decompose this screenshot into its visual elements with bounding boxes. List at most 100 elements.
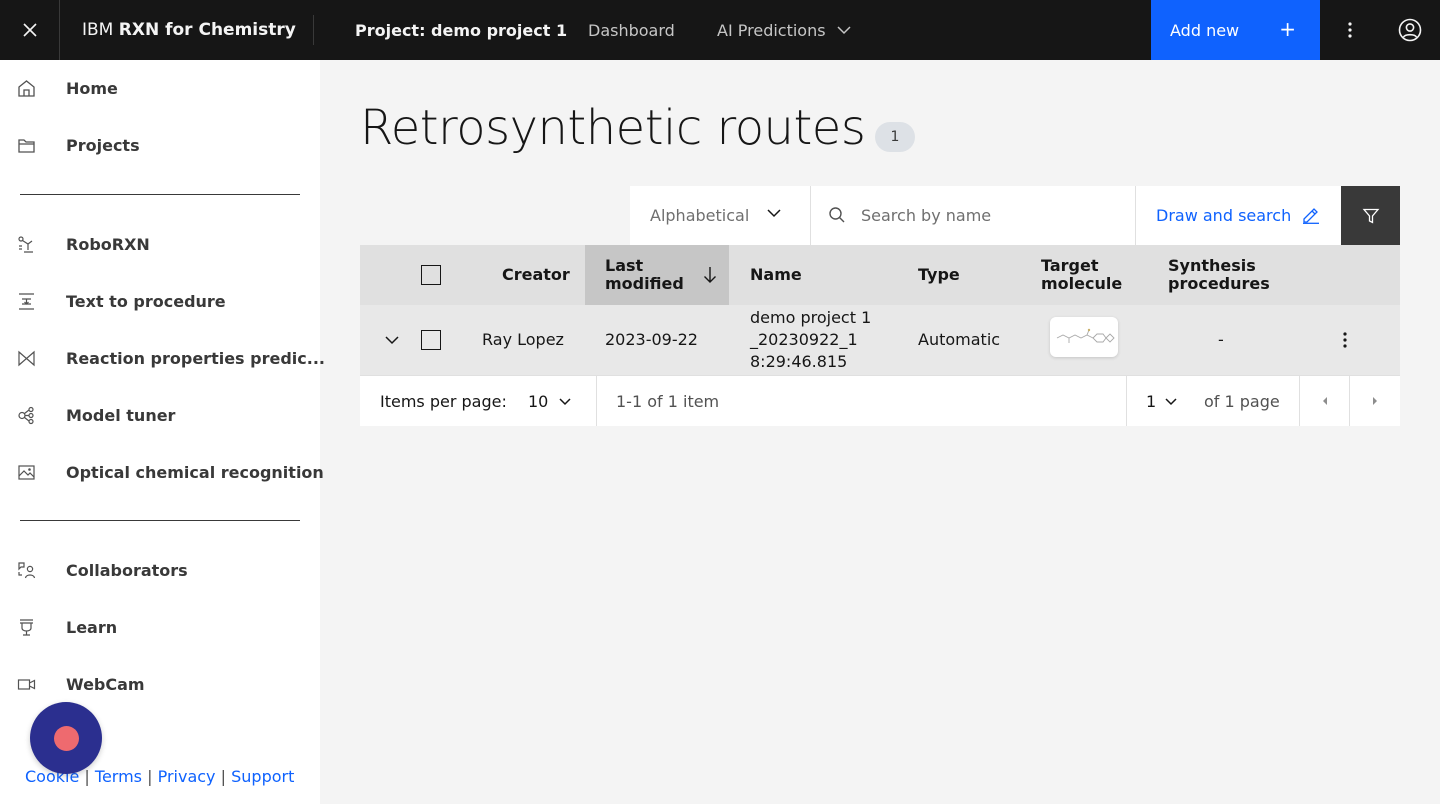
plus-icon: + xyxy=(1279,17,1296,41)
column-header-type[interactable]: Type xyxy=(918,245,960,305)
sidebar-item-webcam[interactable]: WebCam xyxy=(0,656,320,713)
sidebar-item-reaction-properties[interactable]: Reaction properties predic... xyxy=(0,330,325,387)
column-header-target-molecule: Target molecule xyxy=(1041,245,1122,305)
search-input[interactable] xyxy=(861,186,1126,245)
caret-left-icon xyxy=(1322,397,1327,405)
target-molecule-header-text: Target molecule xyxy=(1041,257,1122,293)
column-header-creator[interactable]: Creator xyxy=(502,245,570,305)
nav-ai-predictions-label: AI Predictions xyxy=(717,20,826,40)
terms-link[interactable]: Terms xyxy=(95,767,142,786)
sidebar-item-label: WebCam xyxy=(66,675,145,694)
page-title: Retrosynthetic routes xyxy=(360,100,866,156)
routes-count-badge: 1 xyxy=(875,122,915,152)
name-line: _20230922_1 xyxy=(750,330,858,349)
app-brand[interactable]: IBM RXN for Chemistry xyxy=(82,0,296,60)
nav-ai-predictions[interactable]: AI Predictions xyxy=(717,0,852,60)
header-line: Target xyxy=(1041,256,1099,275)
nav-dashboard[interactable]: Dashboard xyxy=(588,0,675,60)
row-overflow-menu-button[interactable] xyxy=(1339,305,1351,375)
name-line: 8:29:46.815 xyxy=(750,352,848,371)
close-menu-button[interactable] xyxy=(0,0,60,60)
chat-assistant-button[interactable] xyxy=(30,702,102,774)
sidebar-item-label: Collaborators xyxy=(66,561,188,580)
expand-row-button[interactable] xyxy=(382,305,402,375)
table-header: Creator Last modified Name Type Target m… xyxy=(360,245,1400,305)
chat-status-dot-icon xyxy=(53,725,79,751)
sidebar-item-home[interactable]: Home xyxy=(0,60,320,117)
reaction-properties-icon xyxy=(18,350,35,367)
top-header: IBM RXN for Chemistry Project: demo proj… xyxy=(0,0,1440,60)
filter-button[interactable] xyxy=(1341,186,1400,245)
overflow-menu-icon xyxy=(1348,22,1352,38)
sort-dropdown[interactable]: Alphabetical xyxy=(630,186,811,245)
chevron-down-icon xyxy=(385,336,399,345)
chevron-down-icon xyxy=(837,26,851,35)
sidebar-item-label: Learn xyxy=(66,618,118,637)
header-line: molecule xyxy=(1041,274,1123,293)
learn-icon xyxy=(20,619,33,636)
footer-separator: | xyxy=(220,767,227,786)
image-recognition-icon xyxy=(18,465,35,480)
sidebar-item-roborxn[interactable]: RoboRXN xyxy=(0,216,320,273)
column-header-name[interactable]: Name xyxy=(750,245,802,305)
cell-creator: Ray Lopez xyxy=(482,330,564,349)
text-procedure-icon xyxy=(19,293,34,310)
sidebar-item-collaborators[interactable]: Collaborators xyxy=(0,542,320,599)
sidebar-item-label: RoboRXN xyxy=(66,235,150,254)
sidebar-item-label: Model tuner xyxy=(66,406,176,425)
privacy-link[interactable]: Privacy xyxy=(158,767,216,786)
sort-dropdown-value: Alphabetical xyxy=(650,206,750,225)
chevron-down-icon xyxy=(767,209,781,218)
chevron-down-icon xyxy=(559,397,571,405)
last-modified-header-text: Last modified xyxy=(605,257,684,293)
table-row[interactable]: Ray Lopez 2023-09-22 demo project 1 _202… xyxy=(360,305,1400,375)
synthesis-procedures-header-text: Synthesis procedures xyxy=(1168,257,1270,293)
add-new-button[interactable]: Add new + xyxy=(1151,0,1320,60)
molecule-structure-icon xyxy=(1056,328,1115,343)
sidebar-item-label: Text to procedure xyxy=(66,292,226,311)
sidebar-item-label: Projects xyxy=(66,136,140,155)
user-profile-button[interactable] xyxy=(1380,0,1440,60)
brand-prefix: IBM xyxy=(82,20,114,40)
user-avatar-icon xyxy=(1398,18,1422,42)
sidebar-item-text-to-procedure[interactable]: Text to procedure xyxy=(0,273,320,330)
header-line: modified xyxy=(605,274,684,293)
draw-and-search-button[interactable]: Draw and search xyxy=(1136,186,1341,245)
current-project[interactable]: Project: demo project 1 xyxy=(355,0,567,60)
select-all-checkbox[interactable] xyxy=(421,265,441,285)
filter-icon xyxy=(1362,208,1379,224)
pagination-bar: Items per page: 10 1-1 of 1 item 1 of 1 … xyxy=(360,375,1400,426)
search-field xyxy=(811,186,1136,245)
arrow-down-icon xyxy=(704,267,716,283)
overflow-menu-icon xyxy=(1343,332,1347,348)
search-icon xyxy=(829,207,845,223)
chevron-down-icon xyxy=(1165,397,1177,405)
robot-arm-icon xyxy=(18,236,33,253)
close-icon xyxy=(22,23,37,37)
row-select-checkbox[interactable] xyxy=(421,330,441,350)
sidebar-item-learn[interactable]: Learn xyxy=(0,599,320,656)
items-per-page-value: 10 xyxy=(528,391,549,411)
sidebar-item-optical-chemical-recognition[interactable]: Optical chemical recognition xyxy=(0,444,324,501)
items-per-page-select[interactable]: 10 xyxy=(528,376,584,426)
page-select[interactable]: 1 xyxy=(1146,376,1186,426)
cell-type: Automatic xyxy=(918,330,1001,349)
sidebar-item-projects[interactable]: Projects xyxy=(0,117,320,174)
header-divider xyxy=(313,15,314,45)
column-header-last-modified[interactable]: Last modified xyxy=(585,245,729,305)
cell-name[interactable]: demo project 1 _20230922_1 8:29:46.815 xyxy=(750,305,871,375)
previous-page-button[interactable] xyxy=(1300,376,1349,426)
caret-right-icon xyxy=(1373,397,1377,405)
sidebar-divider xyxy=(20,194,300,195)
cell-synthesis-procedures: - xyxy=(1218,330,1224,349)
sidebar-item-model-tuner[interactable]: Model tuner xyxy=(0,387,320,444)
support-link[interactable]: Support xyxy=(231,767,294,786)
next-page-button[interactable] xyxy=(1350,376,1400,426)
footer-separator: | xyxy=(84,767,90,786)
home-icon xyxy=(18,80,35,97)
total-pages-text: of 1 page xyxy=(1204,391,1280,411)
cell-name-text: demo project 1 _20230922_1 8:29:46.815 xyxy=(750,307,871,373)
header-line: Last xyxy=(605,256,644,275)
overflow-menu-button[interactable] xyxy=(1320,0,1380,60)
target-molecule-thumbnail[interactable] xyxy=(1050,317,1118,357)
